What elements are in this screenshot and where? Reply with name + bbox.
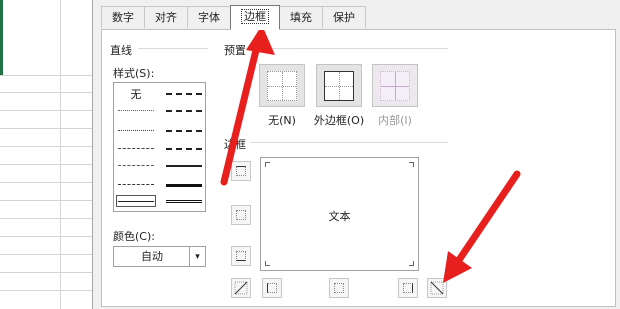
spreadsheet-background (0, 0, 96, 309)
preset-outline-button[interactable] (316, 64, 362, 107)
sheet-row-line (0, 218, 96, 219)
sheet-row-line (0, 146, 96, 147)
sheet-row-line (0, 92, 96, 93)
line-style-dashed[interactable] (118, 184, 154, 185)
line-style-dash-dot-dot[interactable] (118, 148, 154, 149)
diagonal-down-icon (430, 281, 444, 295)
border-inside-vertical-button[interactable] (329, 278, 349, 298)
preset-outline-icon (324, 71, 354, 101)
line-group-title: 直线 (110, 44, 132, 57)
border-bottom-button[interactable] (231, 246, 251, 266)
tab-number[interactable]: 数字 (101, 6, 145, 28)
preset-none-icon (267, 71, 297, 101)
border-top-icon (236, 166, 246, 176)
tab-alignment[interactable]: 对齐 (144, 6, 188, 28)
line-style-list[interactable]: 无 (113, 82, 206, 212)
border-preview[interactable]: 文本 (260, 157, 419, 271)
line-style-hair[interactable] (118, 110, 154, 111)
border-inside-horizontal-icon (236, 210, 246, 220)
preview-text: 文本 (328, 210, 351, 223)
tab-font[interactable]: 字体 (187, 6, 231, 28)
border-left-button[interactable] (262, 278, 282, 298)
preview-corner-mark (409, 162, 414, 167)
border-left-icon (267, 283, 277, 293)
sheet-row-line (0, 128, 96, 129)
border-group-divider (250, 142, 448, 143)
tab-protection[interactable]: 保护 (322, 6, 366, 28)
diagonal-up-icon (234, 281, 248, 295)
border-right-icon (403, 283, 413, 293)
sheet-row-line (0, 110, 96, 111)
tab-fill[interactable]: 填充 (279, 6, 323, 28)
line-style-medium[interactable] (166, 165, 202, 167)
preset-inside-label: 内部(I) (378, 114, 412, 127)
preview-corner-mark (265, 261, 270, 266)
cell-selection-indicator (0, 0, 3, 75)
preset-none-button[interactable] (259, 64, 305, 107)
line-style-double[interactable] (166, 200, 202, 203)
border-inside-horizontal-button[interactable] (231, 205, 251, 225)
color-dropdown[interactable]: 自动 ▾ (113, 246, 206, 267)
sheet-row-line (0, 200, 96, 201)
preset-inside-icon (380, 71, 410, 101)
line-style-dotted[interactable] (118, 130, 154, 131)
line-style-thick[interactable] (166, 184, 202, 187)
line-style-medium-dashed[interactable] (166, 148, 202, 150)
line-style-medium-dash-dot-dot[interactable] (166, 93, 202, 95)
presets-group-divider (250, 48, 448, 49)
border-top-button[interactable] (231, 161, 251, 181)
border-diagonal-down-button[interactable] (427, 278, 447, 298)
preset-outline-label: 外边框(O) (313, 114, 365, 127)
line-style-none[interactable]: 无 (118, 86, 154, 102)
tab-border-label: 边框 (241, 9, 269, 24)
tab-border[interactable]: 边框 (230, 5, 280, 30)
preview-corner-mark (265, 162, 270, 167)
chevron-down-icon[interactable]: ▾ (189, 247, 205, 266)
border-bottom-icon (236, 251, 246, 261)
line-style-dash-dot[interactable] (118, 165, 154, 166)
color-value: 自动 (141, 250, 163, 263)
border-diagonal-up-button[interactable] (231, 278, 251, 298)
color-label: 颜色(C): (113, 230, 155, 243)
line-group-divider (138, 48, 208, 49)
border-group-title: 边框 (224, 138, 246, 151)
line-style-medium-dash-dot[interactable] (166, 130, 202, 132)
sheet-row-line (0, 164, 96, 165)
line-style-selected-outline (116, 195, 156, 207)
sheet-col-line (60, 0, 61, 309)
border-inside-vertical-icon (334, 283, 344, 293)
preview-corner-mark (409, 261, 414, 266)
sheet-row-line (0, 272, 96, 273)
sheet-row-line (0, 236, 96, 237)
presets-group-title: 预置 (224, 44, 246, 57)
preset-inside-button (372, 64, 418, 107)
tab-bar: 数字 对齐 字体 边框 填充 保护 (101, 5, 366, 30)
sheet-row-line (0, 290, 96, 291)
preset-none-label: 无(N) (268, 114, 296, 127)
line-style-slant-dash-dot[interactable] (166, 110, 202, 112)
border-right-button[interactable] (398, 278, 418, 298)
sheet-row-line (0, 75, 96, 76)
sheet-row-line (0, 182, 96, 183)
sheet-row-line (0, 254, 96, 255)
line-style-label: 样式(S): (113, 67, 155, 80)
